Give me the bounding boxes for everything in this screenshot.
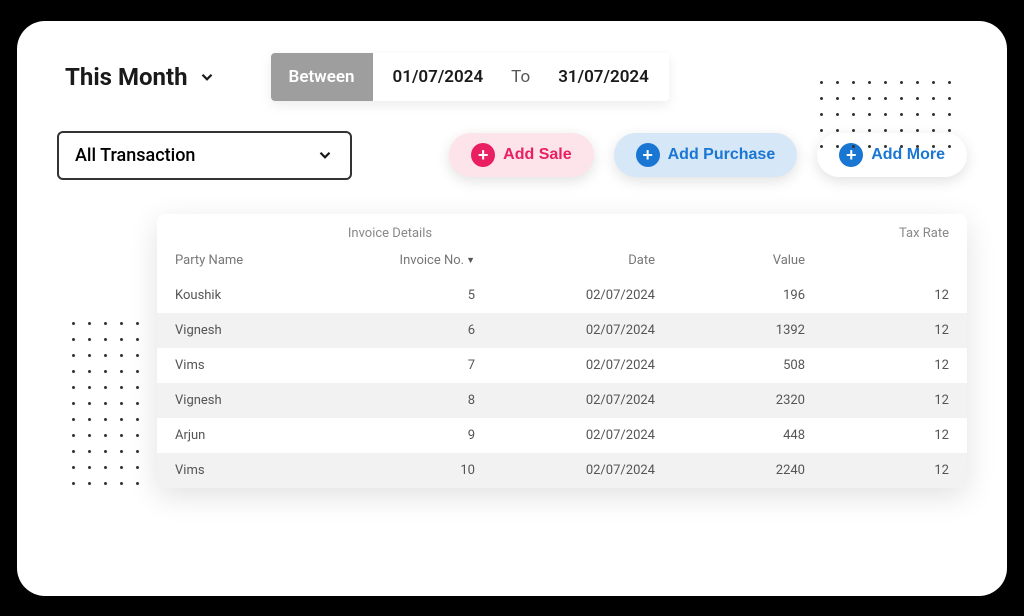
- cell-party: Vignesh: [175, 323, 365, 338]
- chevron-down-icon: [316, 146, 334, 164]
- table-group-headers: Invoice Details Tax Rate: [157, 214, 967, 245]
- cell-value: 1392: [655, 323, 805, 338]
- date-to-input[interactable]: 31/07/2024: [538, 53, 669, 101]
- period-label: This Month: [65, 63, 188, 91]
- between-label: Between: [271, 53, 373, 101]
- chevron-down-icon: [198, 68, 216, 86]
- sort-desc-icon: ▼: [466, 255, 475, 266]
- cell-party: Koushik: [175, 288, 365, 303]
- cell-date: 02/07/2024: [475, 428, 655, 443]
- plus-icon: +: [471, 143, 495, 167]
- cell-tax: 12: [805, 288, 949, 303]
- add-more-label: Add More: [871, 146, 945, 164]
- decorative-dots-top: [820, 81, 952, 149]
- add-purchase-button[interactable]: + Add Purchase: [614, 133, 798, 177]
- table-row[interactable]: Vignesh802/07/2024232012: [157, 383, 967, 418]
- invoice-table: Invoice Details Tax Rate Party Name Invo…: [157, 214, 967, 488]
- add-purchase-label: Add Purchase: [668, 146, 776, 164]
- decorative-dots-left: [72, 322, 140, 486]
- cell-value: 448: [655, 428, 805, 443]
- col-header-date[interactable]: Date: [475, 253, 655, 268]
- cell-party: Arjun: [175, 428, 365, 443]
- cell-tax: 12: [805, 428, 949, 443]
- date-from-input[interactable]: 01/07/2024: [373, 53, 504, 101]
- to-label: To: [503, 53, 538, 101]
- app-card: This Month Between 01/07/2024 To 31/07/2…: [17, 21, 1007, 596]
- cell-value: 2320: [655, 393, 805, 408]
- add-sale-button[interactable]: + Add Sale: [449, 133, 593, 177]
- table-column-headers: Party Name Invoice No. ▼ Date Value: [157, 245, 967, 278]
- cell-date: 02/07/2024: [475, 323, 655, 338]
- cell-invoice: 7: [365, 358, 475, 373]
- cell-tax: 12: [805, 323, 949, 338]
- table-body: Koushik502/07/202419612Vignesh602/07/202…: [157, 278, 967, 488]
- cell-value: 508: [655, 358, 805, 373]
- cell-invoice: 9: [365, 428, 475, 443]
- cell-tax: 12: [805, 393, 949, 408]
- cell-party: Vims: [175, 358, 365, 373]
- transaction-type-label: All Transaction: [75, 145, 195, 166]
- col-header-party[interactable]: Party Name: [175, 253, 365, 268]
- table-row[interactable]: Arjun902/07/202444812: [157, 418, 967, 453]
- cell-party: Vignesh: [175, 393, 365, 408]
- cell-invoice: 6: [365, 323, 475, 338]
- table-row[interactable]: Vims1002/07/2024224012: [157, 453, 967, 488]
- cell-tax: 12: [805, 463, 949, 478]
- cell-invoice: 10: [365, 463, 475, 478]
- table-row[interactable]: Vims702/07/202450812: [157, 348, 967, 383]
- cell-invoice: 8: [365, 393, 475, 408]
- cell-date: 02/07/2024: [475, 463, 655, 478]
- cell-tax: 12: [805, 358, 949, 373]
- group-header-tax: Tax Rate: [605, 226, 949, 241]
- col-header-tax-spacer: [805, 253, 949, 268]
- group-header-invoice: Invoice Details: [175, 226, 605, 241]
- add-sale-label: Add Sale: [503, 146, 571, 164]
- cell-date: 02/07/2024: [475, 358, 655, 373]
- cell-party: Vims: [175, 463, 365, 478]
- period-dropdown[interactable]: This Month: [57, 51, 236, 103]
- date-range: Between 01/07/2024 To 31/07/2024: [271, 53, 669, 101]
- table-row[interactable]: Koushik502/07/202419612: [157, 278, 967, 313]
- cell-date: 02/07/2024: [475, 288, 655, 303]
- table-row[interactable]: Vignesh602/07/2024139212: [157, 313, 967, 348]
- plus-icon: +: [636, 143, 660, 167]
- transaction-type-select[interactable]: All Transaction: [57, 131, 352, 180]
- cell-date: 02/07/2024: [475, 393, 655, 408]
- cell-value: 196: [655, 288, 805, 303]
- col-header-invoice[interactable]: Invoice No. ▼: [365, 253, 475, 268]
- cell-invoice: 5: [365, 288, 475, 303]
- col-header-invoice-label: Invoice No.: [400, 253, 465, 268]
- col-header-value[interactable]: Value: [655, 253, 805, 268]
- cell-value: 2240: [655, 463, 805, 478]
